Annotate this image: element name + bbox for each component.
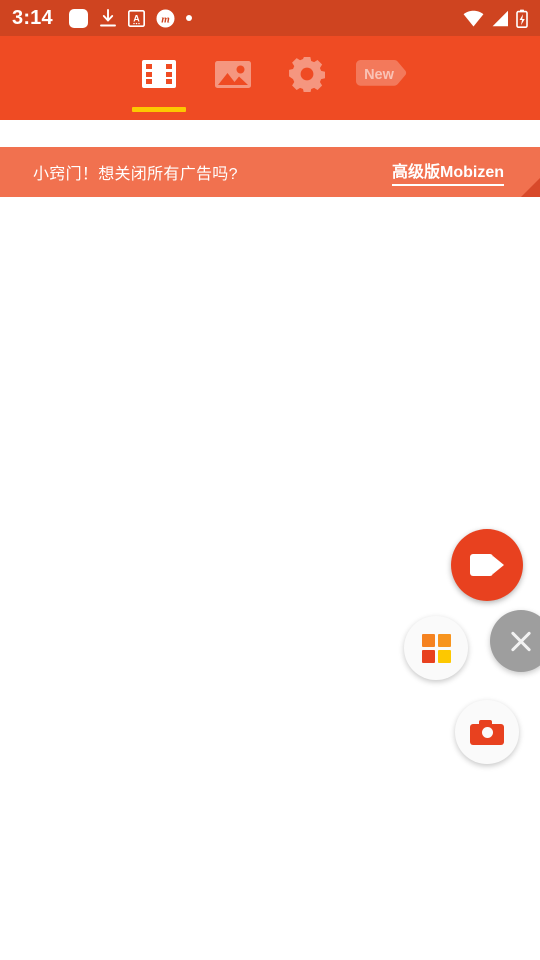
more-notifications-dot-icon [185,15,192,21]
promo-banner-message: 小窍门！想关闭所有广告吗? [33,166,238,183]
cellular-signal-icon [492,10,508,26]
tab-settings[interactable] [270,36,344,120]
wifi-icon [463,10,484,26]
video-camera-icon [470,554,504,576]
status-bar-notification-icons: A m [68,8,192,28]
status-bar-system-icons [463,9,528,28]
svg-text:m: m [161,13,170,25]
premium-upgrade-link[interactable]: 高级版Mobizen [392,158,504,186]
download-icon [99,8,116,26]
main-tab-bar: New [0,36,540,120]
screenshot-button[interactable] [455,700,519,764]
close-icon [508,628,534,654]
gear-icon [289,56,325,92]
four-squares-icon [421,633,451,663]
app-screen: 3:14 A m New 小窍门！想关闭所有广告吗? 高级版Mobizen [0,0,540,960]
active-tab-indicator [132,107,186,112]
mobizen-notification-icon: m [156,9,175,27]
new-tag-icon: New [356,60,407,86]
record-button[interactable] [451,529,523,601]
rounded-square-icon [68,8,88,28]
battery-charging-icon [516,9,528,28]
tab-new[interactable]: New [344,36,418,120]
translate-icon: A [127,9,145,27]
status-bar-clock: 3:14 [12,7,53,29]
image-icon [215,61,251,88]
status-bar: 3:14 A m [0,0,540,36]
camera-icon [470,719,504,745]
new-tag-label: New [364,67,395,83]
banner-fold-corner [521,178,540,197]
film-strip-icon [142,60,176,88]
tab-videos[interactable] [122,36,196,120]
tab-images[interactable] [196,36,270,120]
svg-text:A: A [133,13,140,23]
promo-banner[interactable]: 小窍门！想关闭所有广告吗? 高级版Mobizen [0,147,540,197]
apps-button[interactable] [404,616,468,680]
